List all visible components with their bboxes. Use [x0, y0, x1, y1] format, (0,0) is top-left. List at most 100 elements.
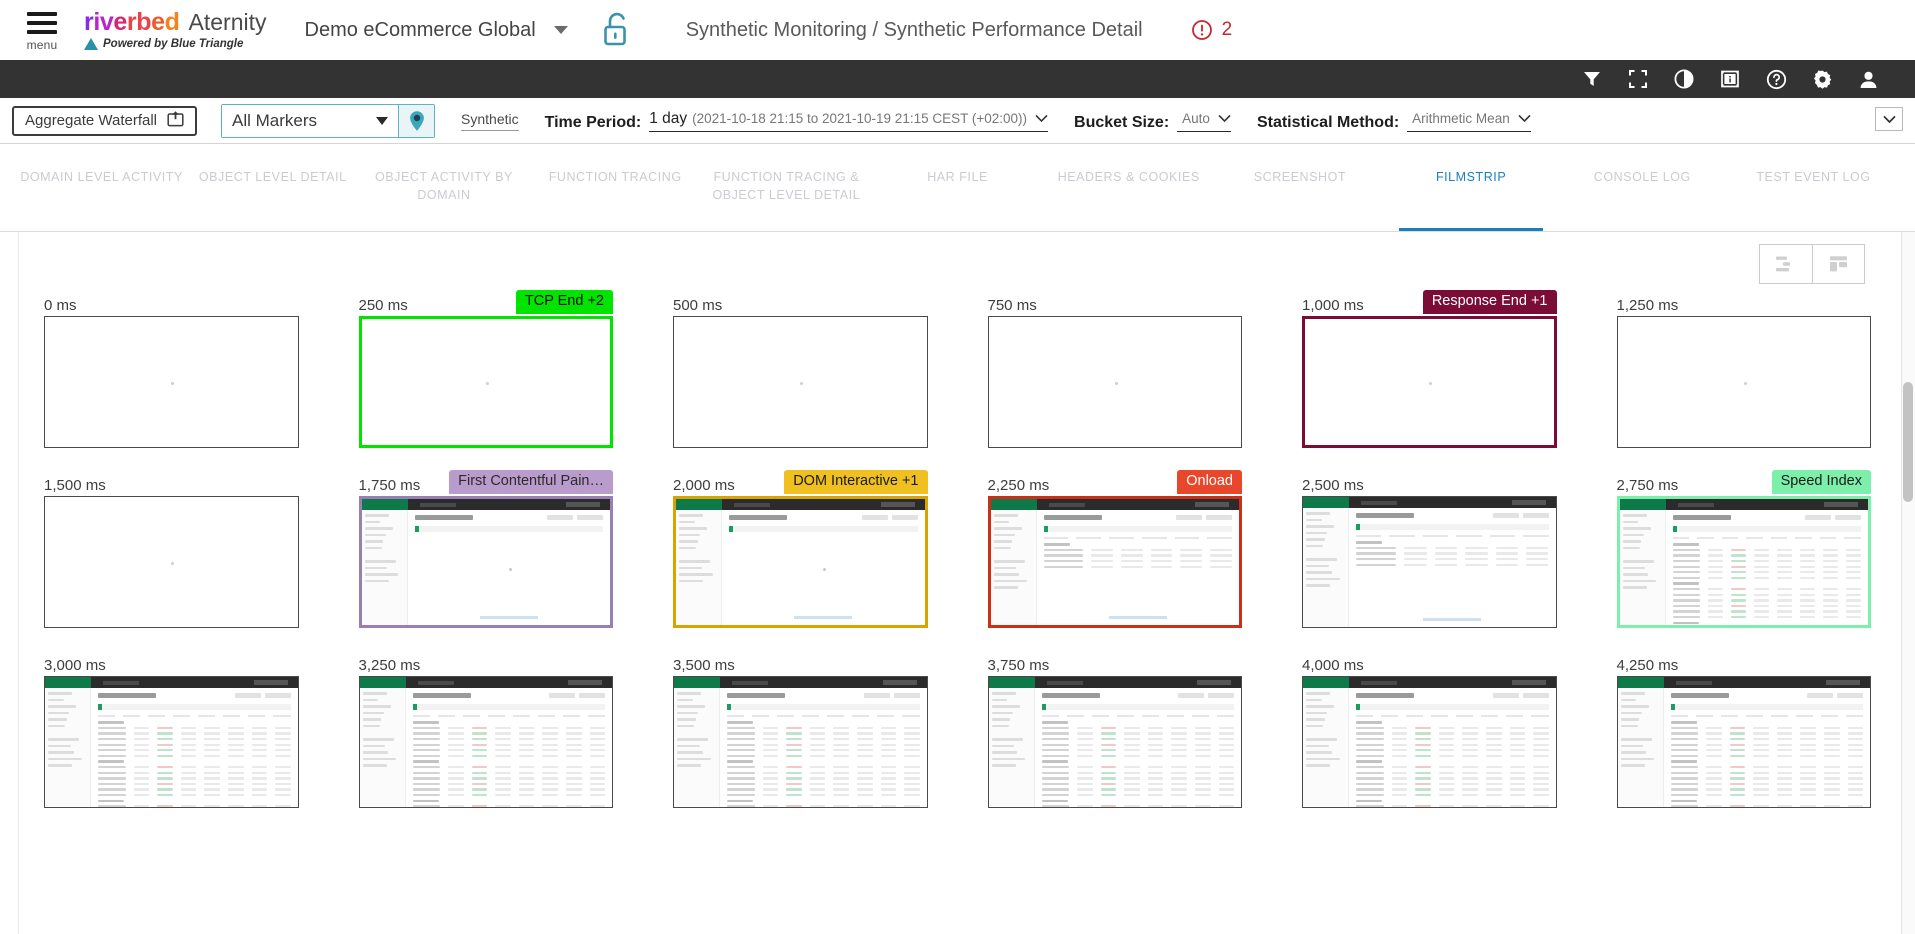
- frame-thumbnail[interactable]: [987, 676, 1242, 808]
- frame-thumbnail[interactable]: [358, 316, 613, 448]
- frame-thumbnail[interactable]: [1616, 676, 1871, 808]
- marker-badge[interactable]: Response End +1: [1422, 289, 1557, 314]
- frame-thumbnail[interactable]: [1302, 316, 1557, 448]
- frame-thumbnail[interactable]: [673, 676, 928, 808]
- frame-thumbnail[interactable]: [1616, 496, 1871, 628]
- menu-button[interactable]: menu: [14, 4, 70, 56]
- tab-domain-level-activity[interactable]: DOMAIN LEVEL ACTIVITY: [16, 144, 187, 231]
- export-icon: [167, 110, 184, 132]
- vertical-scrollbar[interactable]: [1901, 232, 1915, 934]
- mock-group-row: [1670, 799, 1864, 803]
- filmstrip-frame[interactable]: 2,250 ms Onload: [987, 469, 1242, 628]
- mock-table-row: [1041, 771, 1235, 774]
- tab-object-activity-by-domain[interactable]: OBJECT ACTIVITY BY DOMAIN: [358, 144, 529, 231]
- mock-table-row: [727, 788, 920, 791]
- mock-table-row: [1670, 737, 1864, 741]
- frame-thumbnail[interactable]: [358, 496, 613, 628]
- frame-thumbnail[interactable]: [44, 316, 299, 448]
- collapse-filters-button[interactable]: [1875, 107, 1903, 131]
- tab-screenshot[interactable]: SCREENSHOT: [1214, 144, 1385, 231]
- fullscreen-icon[interactable]: [1615, 60, 1661, 98]
- filmstrip-frame[interactable]: 2,000 ms DOM Interactive +1: [673, 469, 928, 628]
- help-icon[interactable]: [1753, 60, 1799, 98]
- frame-timestamp: 3,250 ms: [358, 657, 421, 674]
- user-icon[interactable]: [1845, 60, 1891, 98]
- filmstrip-frame[interactable]: 4,250 ms: [1616, 650, 1871, 808]
- time-period-value[interactable]: 1 day (2021-10-18 21:15 to 2021-10-19 21…: [649, 110, 1049, 132]
- marker-badge[interactable]: DOM Interactive +1: [784, 469, 928, 494]
- filmstrip-frame[interactable]: 2,500 ms: [1302, 470, 1557, 628]
- tab-function-tracing[interactable]: FUNCTION TRACING: [530, 144, 701, 231]
- filmstrip-frame[interactable]: 1,250 ms: [1616, 290, 1871, 448]
- tab-headers-cookies[interactable]: HEADERS & COOKIES: [1043, 144, 1214, 231]
- frame-thumbnail[interactable]: [358, 676, 613, 808]
- filmstrip-frame[interactable]: 1,750 ms First Contentful Pain…: [358, 469, 613, 628]
- tab-filmstrip[interactable]: FILMSTRIP: [1386, 144, 1557, 231]
- contrast-icon[interactable]: [1661, 60, 1707, 98]
- marker-pin-button[interactable]: [398, 104, 435, 137]
- bucket-size-value[interactable]: Auto: [1177, 110, 1231, 132]
- filmstrip-frame[interactable]: 4,000 ms: [1302, 650, 1557, 808]
- mock-table-row: [1356, 766, 1549, 769]
- frame-thumbnail[interactable]: [44, 496, 299, 628]
- filmstrip-frame[interactable]: 3,000 ms: [44, 650, 299, 808]
- brand-letter: v: [99, 8, 114, 36]
- mock-table-row: [412, 732, 606, 735]
- mock-brand: [1619, 499, 1666, 510]
- statistical-method-value[interactable]: Arithmetic Mean: [1407, 110, 1531, 132]
- filmstrip-frame[interactable]: 1,000 ms Response End +1: [1302, 289, 1557, 448]
- filmstrip-frame[interactable]: 750 ms: [987, 290, 1242, 448]
- waterfall-view-icon[interactable]: [1760, 245, 1812, 283]
- frame-thumbnail[interactable]: [1616, 316, 1871, 448]
- mock-brand: [674, 677, 720, 688]
- frame-thumbnail[interactable]: [1302, 676, 1557, 808]
- mock-group-row: [1672, 621, 1862, 625]
- settings-icon[interactable]: [1799, 60, 1845, 98]
- filmstrip-frame[interactable]: 1,500 ms: [44, 470, 299, 628]
- frame-thumbnail[interactable]: [987, 496, 1242, 628]
- markers-select[interactable]: All Markers: [222, 104, 399, 137]
- powered-by-label: Powered by Blue Triangle: [103, 38, 244, 50]
- tab-label: HEADERS & COOKIES: [1057, 170, 1200, 184]
- tenant-selector[interactable]: Demo eCommerce Global: [305, 19, 568, 42]
- tab-har-file[interactable]: HAR FILE: [872, 144, 1043, 231]
- tab-label: FUNCTION TRACING: [548, 170, 682, 184]
- frame-thumbnail[interactable]: [1302, 496, 1557, 628]
- filmstrip-frame[interactable]: 3,750 ms: [987, 650, 1242, 808]
- frame-timestamp: 1,000 ms: [1302, 297, 1364, 314]
- mock-table-row: [1041, 726, 1235, 730]
- tab-function-tracing-object-level-detail[interactable]: FUNCTION TRACING & OBJECT LEVEL DETAIL: [701, 144, 872, 231]
- marker-badge[interactable]: Onload: [1177, 469, 1242, 494]
- tile-view-icon[interactable]: [1812, 245, 1864, 283]
- aggregate-waterfall-button[interactable]: Aggregate Waterfall: [12, 105, 198, 136]
- mock-table-row: [727, 732, 920, 735]
- marker-badge[interactable]: First Contentful Pain…: [449, 469, 613, 494]
- marker-badge[interactable]: TCP End +2: [515, 289, 613, 314]
- filmstrip-frame[interactable]: 500 ms: [673, 290, 928, 448]
- frame-header: 500 ms: [673, 290, 928, 314]
- filmstrip-frame[interactable]: 0 ms: [44, 290, 299, 448]
- tab-console-log[interactable]: CONSOLE LOG: [1557, 144, 1728, 231]
- mock-content: [1035, 688, 1242, 807]
- frame-thumbnail[interactable]: [44, 676, 299, 808]
- mock-group-row: [412, 760, 606, 763]
- filmstrip-frame[interactable]: 3,250 ms: [358, 650, 613, 808]
- marker-badge[interactable]: Speed Index: [1771, 469, 1871, 494]
- mock-table-row: [1672, 610, 1862, 613]
- tab-test-event-log[interactable]: TEST EVENT LOG: [1728, 144, 1899, 231]
- scrollbar-thumb[interactable]: [1903, 382, 1913, 502]
- tab-object-level-detail[interactable]: OBJECT LEVEL DETAIL: [187, 144, 358, 231]
- filmstrip-frame[interactable]: 250 ms TCP End +2: [358, 289, 613, 448]
- frame-thumbnail[interactable]: [673, 496, 928, 628]
- frame-thumbnail[interactable]: [987, 316, 1242, 448]
- synthetic-chip[interactable]: Synthetic: [461, 111, 519, 131]
- filmstrip-frame[interactable]: 3,500 ms: [673, 650, 928, 808]
- unlock-icon[interactable]: [600, 10, 634, 50]
- alert-badge[interactable]: 2: [1191, 19, 1232, 41]
- filter-icon[interactable]: [1569, 60, 1615, 98]
- mock-table-row: [1670, 782, 1864, 786]
- filmstrip-frame[interactable]: 2,750 ms Speed Index: [1616, 469, 1871, 628]
- film-info-icon[interactable]: [1707, 60, 1753, 98]
- frame-thumbnail[interactable]: [673, 316, 928, 448]
- brand-logo[interactable]: riverbed Aternity Powered by Blue Triang…: [84, 8, 267, 52]
